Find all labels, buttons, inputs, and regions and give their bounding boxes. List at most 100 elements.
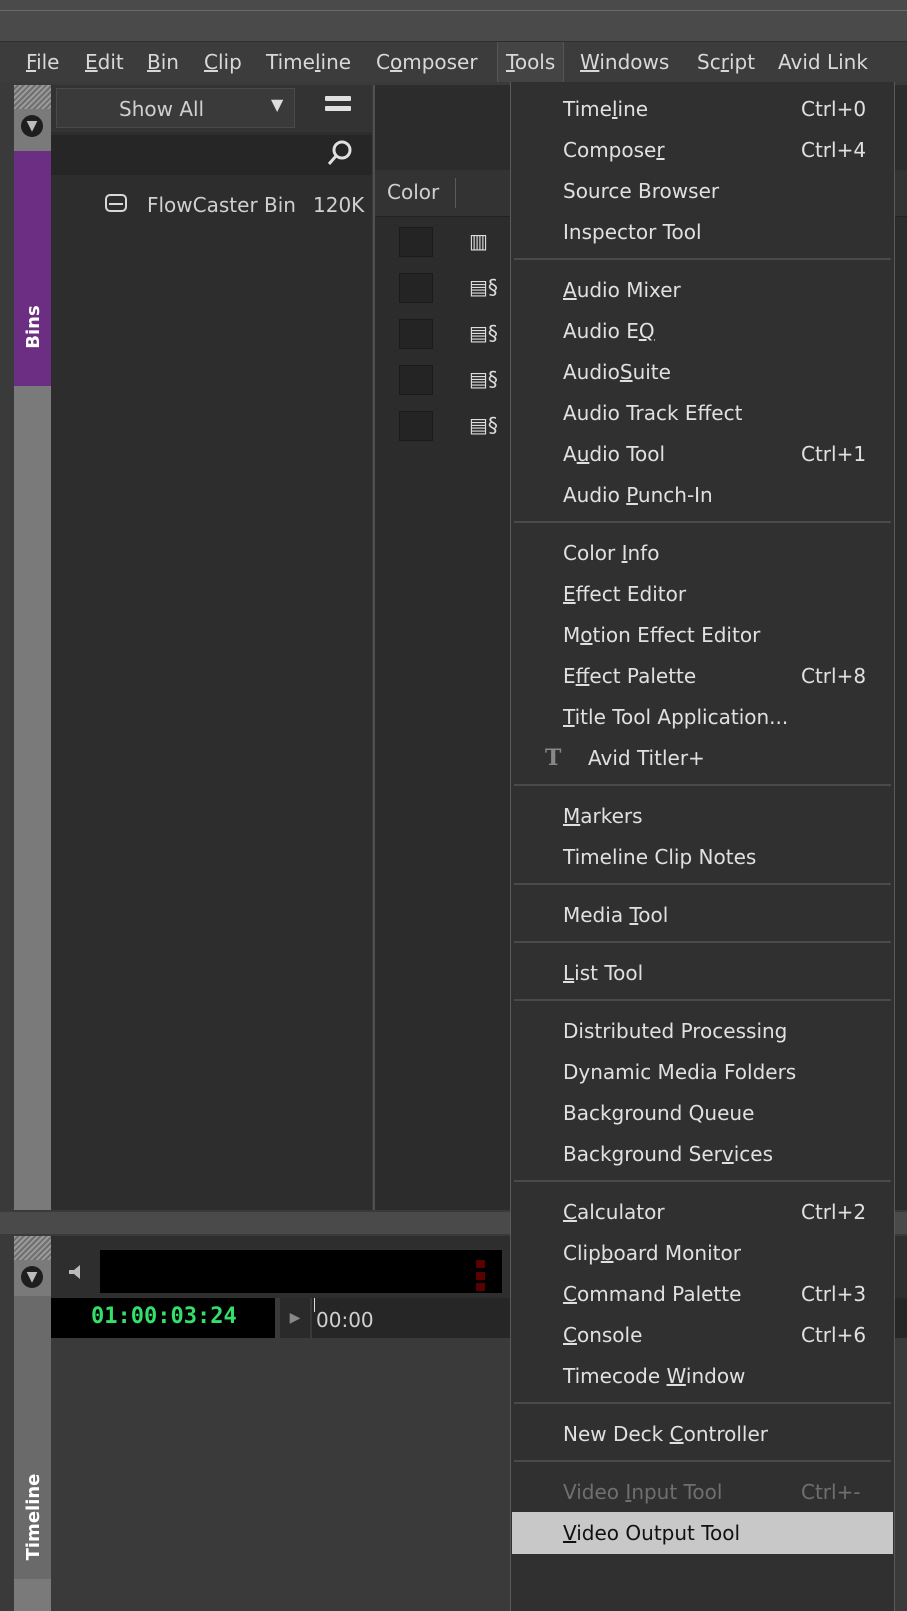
menu-item-dynamic-media-folders[interactable]: Dynamic Media Folders (512, 1051, 893, 1093)
menu-item-audio-punch-in[interactable]: Audio Punch-In (512, 474, 893, 516)
view-select-value: Show All (119, 97, 205, 121)
menu-item-console[interactable]: Console Ctrl+6 (512, 1314, 893, 1356)
menu-separator (514, 1460, 891, 1462)
timeline-tab-column: ▼ ✕ Timeline (14, 1236, 51, 1611)
menu-separator (514, 941, 891, 943)
menu-item-shortcut: Ctrl+- (801, 1480, 861, 1504)
menu-item-effect-palette[interactable]: Effect Palette Ctrl+8 (512, 655, 893, 697)
menu-item-label: Background Services (563, 1142, 774, 1166)
menu-item-background-services[interactable]: Background Services (512, 1133, 893, 1175)
menu-item-label: Timeline Clip Notes (563, 845, 757, 869)
menu-item-label: Timecode Window (563, 1364, 746, 1388)
menu-item-audiosuite[interactable]: AudioSuite (512, 351, 893, 393)
menu-item-inspector-tool[interactable]: Inspector Tool (512, 211, 893, 253)
panel-grip-handle[interactable] (14, 85, 51, 109)
color-swatch (399, 365, 433, 395)
menu-item-label: Calculator (563, 1200, 665, 1224)
menu-item-effect-editor[interactable]: Effect Editor (512, 573, 893, 615)
titler-icon: T (545, 745, 562, 771)
menu-item-label: Avid Titler+ (588, 746, 705, 770)
panel-collapse-icon[interactable]: ▼ (21, 115, 43, 137)
menu-item-source-browser[interactable]: Source Browser (512, 170, 893, 212)
menu-separator (514, 883, 891, 885)
menu-item-clipboard-monitor[interactable]: Clipboard Monitor (512, 1232, 893, 1274)
menu-script[interactable]: Script (689, 42, 763, 82)
sequence-icon: ▤§ (469, 413, 498, 437)
menu-edit[interactable]: Edit (77, 42, 132, 82)
menu-item-media-tool[interactable]: Media Tool (512, 894, 893, 936)
menu-separator (514, 784, 891, 786)
menu-bin[interactable]: Bin (139, 42, 187, 82)
menu-item-audio-eq[interactable]: Audio EQ (512, 310, 893, 352)
menu-item-distributed-processing[interactable]: Distributed Processing (512, 1010, 893, 1052)
panel-collapse-icon[interactable]: ▼ (21, 1266, 43, 1288)
menu-item-new-deck-controller[interactable]: New Deck Controller (512, 1413, 893, 1455)
menu-file[interactable]: File (18, 42, 67, 82)
menu-item-label: Color Info (563, 541, 660, 565)
window-title-bar (0, 0, 907, 42)
bin-list-item[interactable]: FlowCaster Bin 120K (51, 183, 372, 227)
menu-item-timeline-clip-notes[interactable]: Timeline Clip Notes (512, 836, 893, 878)
timeline-tab-label: Timeline (23, 1473, 44, 1561)
menu-item-list-tool[interactable]: List Tool (512, 952, 893, 994)
menu-item-color-info[interactable]: Color Info (512, 532, 893, 574)
menu-item-composer[interactable]: Composer Ctrl+4 (512, 129, 893, 171)
menu-item-label: Effect Palette (563, 664, 697, 688)
menu-clip[interactable]: Clip (196, 42, 250, 82)
menu-item-label: Markers (563, 804, 643, 828)
menu-separator (514, 999, 891, 1001)
menu-tools[interactable]: Tools (497, 42, 565, 82)
speaker-icon[interactable] (66, 1262, 86, 1282)
menu-item-label: Audio Tool (563, 442, 666, 466)
bins-list (51, 85, 372, 1210)
menu-windows[interactable]: Windows (572, 42, 677, 82)
menu-item-audio-tool[interactable]: Audio Tool Ctrl+1 (512, 433, 893, 475)
tab-timeline[interactable]: Timeline (14, 1296, 51, 1579)
menu-item-label: Audio Track Effect (563, 401, 743, 425)
menu-item-command-palette[interactable]: Command Palette Ctrl+3 (512, 1273, 893, 1315)
menu-item-label: Title Tool Application... (563, 705, 789, 729)
view-select[interactable]: Show All ▼ (56, 88, 295, 128)
menu-avid-link[interactable]: Avid Link (770, 42, 876, 82)
menu-timeline[interactable]: Timeline (258, 42, 359, 82)
color-swatch (399, 273, 433, 303)
menu-item-label: Distributed Processing (563, 1019, 788, 1043)
menu-item-calculator[interactable]: Calculator Ctrl+2 (512, 1191, 893, 1233)
menu-item-audio-track-effect[interactable]: Audio Track Effect (512, 392, 893, 434)
menu-item-avid-titler[interactable]: T Avid Titler+ (512, 737, 893, 779)
menu-separator (514, 1402, 891, 1404)
timecode-value: 01:00:03:24 (91, 1304, 237, 1329)
menu-item-shortcut: Ctrl+8 (801, 664, 867, 688)
menu-separator (514, 258, 891, 260)
timecode-display[interactable]: 01:00:03:24 (51, 1298, 275, 1338)
search-icon[interactable] (325, 138, 355, 168)
menu-item-shortcut: Ctrl+0 (801, 97, 867, 121)
menu-item-label: Command Palette (563, 1282, 742, 1306)
menu-separator (514, 521, 891, 523)
menu-item-label: Console (563, 1323, 643, 1347)
menu-composer[interactable]: Composer (368, 42, 486, 82)
menu-item-title-tool-application[interactable]: Title Tool Application... (512, 696, 893, 738)
menu-item-timeline[interactable]: Timeline Ctrl+0 (512, 88, 893, 130)
color-column-header[interactable]: Color (387, 180, 439, 204)
ruler-start-label: 00:00 (316, 1308, 374, 1332)
panel-grip-handle[interactable] (14, 1236, 51, 1260)
search-field[interactable] (51, 135, 372, 175)
play-icon[interactable]: ▶ (280, 1298, 310, 1338)
menu-item-label: Audio EQ (563, 319, 655, 343)
menu-item-label: Video Input Tool (563, 1480, 723, 1504)
menu-item-label: Audio Punch-In (563, 483, 713, 507)
sequence-icon: ▤§ (469, 367, 498, 391)
menu-item-markers[interactable]: Markers (512, 795, 893, 837)
color-swatch (399, 227, 433, 257)
hamburger-menu-icon[interactable] (325, 96, 351, 118)
menu-item-background-queue[interactable]: Background Queue (512, 1092, 893, 1134)
menu-item-timecode-window[interactable]: Timecode Window (512, 1355, 893, 1397)
bins-tab-label: Bins (23, 305, 44, 349)
tab-bins[interactable]: Bins (14, 151, 51, 386)
menu-item-shortcut: Ctrl+1 (801, 442, 867, 466)
menu-item-audio-mixer[interactable]: Audio Mixer (512, 269, 893, 311)
color-swatch (399, 319, 433, 349)
menu-item-video-output-tool[interactable]: Video Output Tool (512, 1512, 893, 1554)
menu-item-motion-effect-editor[interactable]: Motion Effect Editor (512, 614, 893, 656)
